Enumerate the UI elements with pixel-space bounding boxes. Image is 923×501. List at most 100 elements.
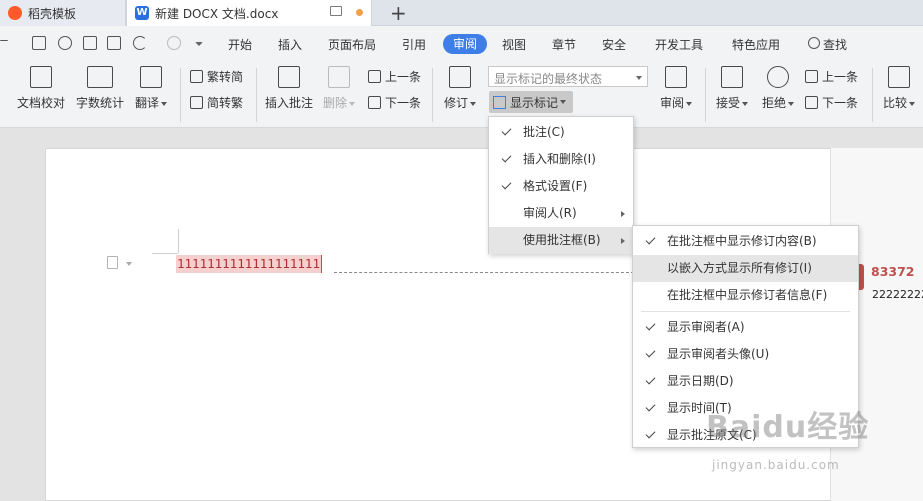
monitor-icon[interactable] (330, 6, 342, 16)
undo-icon[interactable] (133, 36, 147, 50)
next-change-button[interactable]: 下一条 (805, 94, 858, 111)
menu-item-label: 在批注框中显示修订者信息(F) (667, 288, 828, 302)
menu-search[interactable]: 查找 (823, 36, 847, 53)
menu-home[interactable]: 开始 (228, 36, 252, 53)
chevron-right-icon (621, 238, 625, 244)
menu-item-formatting[interactable]: 格式设置(F) (489, 173, 633, 200)
word-count-button[interactable]: 字数统计 (75, 66, 125, 111)
menu-references[interactable]: 引用 (402, 36, 426, 53)
insert-comment-label: 插入批注 (264, 96, 313, 110)
track-changes-button[interactable]: 修订 (442, 66, 478, 111)
separator (872, 68, 873, 122)
show-markup-button[interactable]: 显示标记 (489, 91, 573, 113)
search-icon[interactable] (808, 37, 820, 49)
comment-text[interactable]: 22222222 (872, 288, 923, 301)
insert-comment-button[interactable]: 插入批注 (263, 66, 315, 111)
menu-review[interactable]: 审阅 (443, 34, 487, 54)
prev-comment-icon (368, 70, 381, 83)
menu-special-apps[interactable]: 特色应用 (732, 36, 780, 53)
simp-trad-icon (190, 96, 203, 109)
comment-author[interactable]: 83372 (871, 264, 915, 279)
accept-label: 接受 (715, 96, 740, 110)
menu-item-reviewers[interactable]: 审阅人(R) (489, 200, 633, 227)
check-icon (645, 321, 657, 333)
menu-item-label: 格式设置(F) (523, 179, 588, 193)
next-comment-label: 下一条 (385, 96, 422, 110)
chevron-down-icon (161, 101, 167, 106)
baidu-watermark: Baidu经验 (706, 410, 870, 445)
translate-button[interactable]: 翻译 (133, 66, 169, 111)
menu-developer-tools[interactable]: 开发工具 (655, 36, 703, 53)
docer-logo-icon (8, 6, 22, 20)
menu-security[interactable]: 安全 (602, 36, 626, 53)
menu-view[interactable]: 视图 (502, 36, 526, 53)
doc-check-button[interactable]: 文档校对 (16, 66, 66, 111)
trad-simp-icon (190, 70, 203, 83)
simp-to-trad-button[interactable]: 简转繁 (190, 94, 243, 111)
menu-item-comments[interactable]: 批注(C) (489, 119, 633, 146)
menu-item-show-reviser-info[interactable]: 在批注框中显示修订者信息(F) (633, 282, 858, 309)
redo-icon[interactable] (167, 36, 181, 50)
menu-item-show-reviewer-avatar[interactable]: 显示审阅者头像(U) (633, 341, 858, 368)
check-icon (645, 375, 657, 387)
reject-button[interactable]: 拒绝 (758, 66, 798, 111)
prev-change-icon (805, 70, 818, 83)
simp-to-trad-label: 简转繁 (207, 96, 244, 110)
chevron-down-icon (349, 101, 355, 106)
menu-divider (641, 311, 850, 312)
separator (432, 68, 433, 122)
accept-button[interactable]: 接受 (712, 66, 752, 111)
menu-page-layout[interactable]: 页面布局 (328, 36, 376, 53)
menu-item-show-date[interactable]: 显示日期(D) (633, 368, 858, 395)
show-markup-icon (493, 95, 506, 109)
menu-section[interactable]: 章节 (552, 36, 576, 53)
menu-bar: 开始 插入 页面布局 引用 审阅 视图 章节 安全 开发工具 特色应用 查找 (0, 26, 923, 62)
print-icon[interactable] (83, 36, 97, 50)
menu-item-label: 显示审阅者(A) (667, 320, 745, 334)
quick-access-dropdown-icon[interactable] (195, 42, 203, 47)
save-icon[interactable] (32, 36, 46, 50)
compare-icon (888, 66, 910, 88)
display-for-review-select[interactable]: 显示标记的最终状态 (488, 66, 648, 87)
menu-item-show-revisions-in-balloons[interactable]: 在批注框中显示修订内容(B) (633, 228, 858, 255)
compare-button[interactable]: 比较 (880, 66, 918, 111)
reject-icon (767, 66, 789, 88)
inserted-text[interactable]: 1111111111111111111 (176, 255, 322, 273)
format-painter-icon[interactable] (58, 36, 72, 50)
menu-insert[interactable]: 插入 (278, 36, 302, 53)
separator (180, 68, 181, 122)
menu-hamburger-icon[interactable] (0, 40, 8, 42)
word-doc-icon: W (135, 6, 149, 20)
track-changes-label: 修订 (443, 96, 468, 110)
trad-to-simp-button[interactable]: 繁转简 (190, 68, 243, 85)
chevron-down-icon[interactable] (126, 262, 132, 266)
check-icon (645, 402, 657, 414)
menu-item-show-reviewer[interactable]: 显示审阅者(A) (633, 314, 858, 341)
doc-check-icon (30, 66, 52, 88)
review-ribbon: 文档校对 字数统计 翻译 繁转简 简转繁 插入批注 删除 上一条 下一条 修订 … (0, 62, 923, 128)
print-preview-icon[interactable] (107, 36, 121, 50)
new-tab-plus-icon[interactable]: + (390, 1, 407, 25)
menu-item-insertions-deletions[interactable]: 插入和删除(I) (489, 146, 633, 173)
menu-item-label: 在批注框中显示修订内容(B) (667, 234, 817, 248)
chevron-down-icon (560, 100, 567, 104)
reviewing-pane-button[interactable]: 审阅 (656, 66, 696, 111)
tab-label: 新建 DOCX 文档.docx (155, 6, 279, 21)
prev-comment-button[interactable]: 上一条 (368, 68, 421, 85)
paragraph-icon[interactable] (107, 256, 118, 269)
next-comment-button[interactable]: 下一条 (368, 94, 421, 111)
menu-item-use-balloons[interactable]: 使用批注框(B) (489, 227, 633, 254)
check-icon (645, 348, 657, 360)
check-icon (645, 235, 657, 247)
reject-label: 拒绝 (761, 96, 786, 110)
chevron-down-icon (788, 101, 794, 106)
tab-docer-templates[interactable]: 稻壳模板 (0, 0, 126, 26)
next-change-label: 下一条 (822, 96, 859, 110)
show-markup-menu: 批注(C) 插入和删除(I) 格式设置(F) 审阅人(R) 使用批注框(B) (488, 116, 634, 254)
prev-change-button[interactable]: 上一条 (805, 68, 858, 85)
delete-comment-label: 删除 (322, 96, 347, 110)
track-changes-icon (449, 66, 471, 88)
next-change-icon (805, 96, 818, 109)
delete-comment-button[interactable]: 删除 (322, 66, 356, 111)
menu-item-show-all-inline[interactable]: 以嵌入方式显示所有修订(I) (633, 255, 858, 282)
